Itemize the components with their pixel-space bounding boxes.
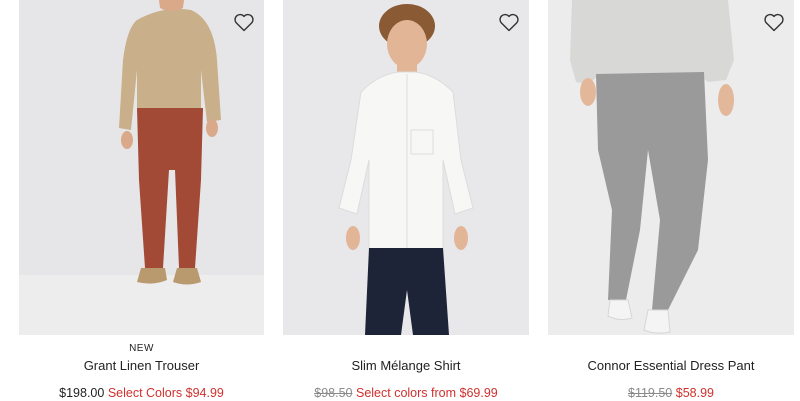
product-card[interactable]: Connor Essential Dress Pant $119.50 $58.…: [548, 0, 794, 400]
heart-outline-icon: [234, 13, 254, 32]
sale-price: $58.99: [675, 386, 714, 400]
product-name[interactable]: Connor Essential Dress Pant: [548, 358, 794, 373]
sale-price: Select colors from $69.99: [355, 386, 498, 400]
product-price: $198.00 Select Colors $94.99: [19, 386, 264, 400]
model-figure: [570, 0, 734, 334]
original-price: $119.50: [628, 386, 673, 400]
product-name[interactable]: Grant Linen Trouser: [19, 358, 264, 373]
heart-outline-icon: [764, 13, 784, 32]
model-figure: [119, 0, 221, 285]
product-image[interactable]: [19, 0, 264, 335]
favorite-button[interactable]: [497, 10, 521, 34]
product-grid: NEW Grant Linen Trouser $198.00 Select C…: [0, 0, 800, 401]
product-image[interactable]: [548, 0, 794, 335]
sale-price: Select Colors $94.99: [107, 386, 224, 400]
product-name[interactable]: Slim Mélange Shirt: [283, 358, 529, 373]
product-image[interactable]: [283, 0, 529, 335]
model-figure: [338, 4, 474, 335]
favorite-button[interactable]: [232, 10, 256, 34]
new-badge: NEW: [129, 343, 154, 354]
heart-outline-icon: [499, 13, 519, 32]
regular-price: $198.00: [59, 386, 105, 400]
favorite-button[interactable]: [762, 10, 786, 34]
original-price: $98.50: [314, 386, 353, 400]
product-card[interactable]: Slim Mélange Shirt $98.50 Select colors …: [283, 0, 529, 400]
product-price: $119.50 $58.99: [548, 386, 794, 400]
product-card[interactable]: NEW Grant Linen Trouser $198.00 Select C…: [19, 0, 264, 400]
product-price: $98.50 Select colors from $69.99: [283, 386, 529, 400]
